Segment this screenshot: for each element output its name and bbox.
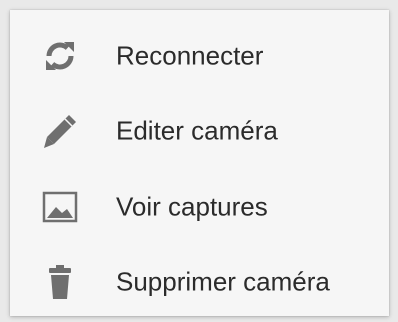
menu-item-label: Supprimer caméra — [116, 266, 330, 297]
menu-item-reconnect[interactable]: Reconnecter — [10, 19, 389, 93]
menu-item-label: Editer caméra — [116, 115, 278, 146]
trash-icon — [40, 262, 80, 302]
image-icon — [40, 187, 80, 227]
menu-item-delete-camera[interactable]: Supprimer caméra — [10, 245, 389, 319]
menu-item-label: Voir captures — [116, 191, 268, 222]
pencil-icon — [40, 111, 80, 151]
menu-item-label: Reconnecter — [116, 40, 264, 71]
menu-item-edit-camera[interactable]: Editer caméra — [10, 94, 389, 168]
refresh-icon — [40, 36, 80, 76]
menu-item-view-captures[interactable]: Voir captures — [10, 170, 389, 244]
context-menu: Reconnecter Editer caméra Voir captures — [10, 10, 389, 316]
